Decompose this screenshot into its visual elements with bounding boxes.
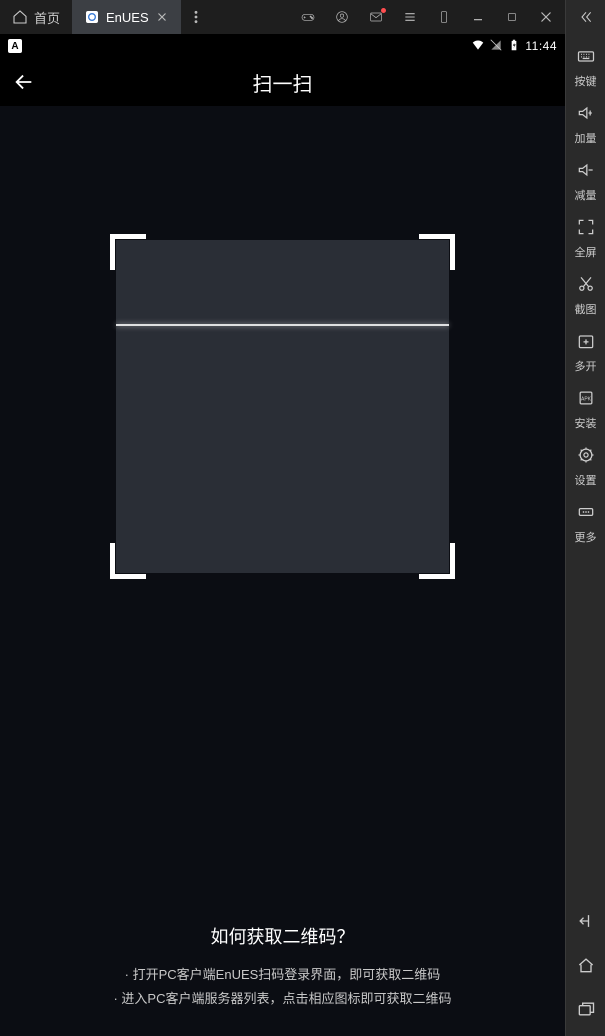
side-tool-label: 更多 bbox=[575, 529, 597, 545]
tab-menu-button[interactable] bbox=[181, 2, 211, 32]
page-title: 扫一扫 bbox=[0, 68, 565, 97]
app-icon bbox=[84, 9, 100, 25]
scissors-icon bbox=[576, 274, 596, 299]
side-tool-screenshot[interactable]: 截图 bbox=[566, 274, 605, 317]
tab-enues-label: EnUES bbox=[106, 10, 149, 25]
side-tool-volume-down[interactable]: 减量 bbox=[566, 160, 605, 203]
wifi-icon bbox=[471, 38, 485, 55]
help-title: 如何获取二维码？ bbox=[20, 923, 545, 949]
close-tab-icon[interactable] bbox=[155, 10, 169, 24]
scan-area bbox=[0, 106, 565, 905]
tab-home-label: 首页 bbox=[34, 8, 60, 27]
help-line-2: · 进入PC客户端服务器列表，点击相应图标即可获取二维码 bbox=[20, 987, 545, 1012]
window-maximize-button[interactable] bbox=[497, 2, 527, 32]
apk-icon: APK bbox=[576, 388, 596, 413]
qr-viewfinder bbox=[110, 234, 455, 579]
status-clock: 11:44 bbox=[525, 39, 557, 53]
side-tool-multi-instance[interactable]: 多开 bbox=[566, 331, 605, 374]
side-tool-label: 安装 bbox=[575, 415, 597, 431]
keyboard-icon bbox=[576, 46, 596, 71]
side-tool-label: 全屏 bbox=[575, 244, 597, 260]
tab-enues[interactable]: EnUES bbox=[72, 0, 181, 34]
phone-portrait-button[interactable] bbox=[429, 2, 459, 32]
emulator-titlebar: 首页 EnUES bbox=[0, 0, 565, 34]
help-line-1: · 打开PC客户端EnUES扫码登录界面，即可获取二维码 bbox=[20, 963, 545, 988]
side-tool-keys[interactable]: 按键 bbox=[566, 46, 605, 89]
side-tool-more[interactable]: 更多 bbox=[566, 502, 605, 545]
user-button[interactable] bbox=[327, 2, 357, 32]
viewfinder-corner-br bbox=[419, 543, 455, 579]
android-back-button[interactable] bbox=[566, 908, 605, 934]
back-button[interactable] bbox=[0, 58, 48, 106]
more-icon bbox=[576, 502, 596, 527]
side-tool-fullscreen[interactable]: 全屏 bbox=[566, 217, 605, 260]
viewfinder-corner-tr bbox=[419, 234, 455, 270]
gamepad-button[interactable] bbox=[293, 2, 323, 32]
android-home-button[interactable] bbox=[566, 952, 605, 978]
app-body: 如何获取二维码？ · 打开PC客户端EnUES扫码登录界面，即可获取二维码 · … bbox=[0, 106, 565, 1036]
side-tool-label: 设置 bbox=[575, 472, 597, 488]
battery-icon bbox=[507, 38, 521, 55]
collapse-toolbar-button[interactable] bbox=[566, 0, 605, 34]
android-statusbar: A 11:44 bbox=[0, 34, 565, 58]
side-tool-settings[interactable]: 设置 bbox=[566, 445, 605, 488]
side-tool-label: 多开 bbox=[575, 358, 597, 374]
no-sim-icon bbox=[489, 38, 503, 55]
side-tool-label: 按键 bbox=[575, 73, 597, 89]
viewfinder-surface bbox=[116, 240, 449, 573]
viewfinder-corner-tl bbox=[110, 234, 146, 270]
app-topbar: 扫一扫 bbox=[0, 58, 565, 106]
mail-button[interactable] bbox=[361, 2, 391, 32]
window-minimize-button[interactable] bbox=[463, 2, 493, 32]
side-tool-label: 减量 bbox=[575, 187, 597, 203]
svg-text:APK: APK bbox=[580, 397, 591, 403]
side-tool-install[interactable]: APK 安装 bbox=[566, 388, 605, 431]
window-close-button[interactable] bbox=[531, 2, 561, 32]
multi-instance-icon bbox=[576, 331, 596, 356]
scan-line bbox=[116, 324, 449, 326]
volume-down-icon bbox=[576, 160, 596, 185]
home-icon bbox=[12, 9, 28, 25]
side-tool-volume-up[interactable]: 加量 bbox=[566, 103, 605, 146]
side-tool-label: 截图 bbox=[575, 301, 597, 317]
status-app-badge: A bbox=[8, 39, 22, 53]
volume-up-icon bbox=[576, 103, 596, 128]
emulator-side-toolbar: 按键 加量 减量 全屏 截图 多开 APK bbox=[565, 0, 605, 1036]
fullscreen-icon bbox=[576, 217, 596, 242]
android-recents-button[interactable] bbox=[566, 996, 605, 1022]
viewfinder-corner-bl bbox=[110, 543, 146, 579]
hamburger-menu-button[interactable] bbox=[395, 2, 425, 32]
tab-home[interactable]: 首页 bbox=[0, 0, 72, 34]
help-block: 如何获取二维码？ · 打开PC客户端EnUES扫码登录界面，即可获取二维码 · … bbox=[0, 905, 565, 1036]
side-tool-label: 加量 bbox=[575, 130, 597, 146]
gear-icon bbox=[576, 445, 596, 470]
